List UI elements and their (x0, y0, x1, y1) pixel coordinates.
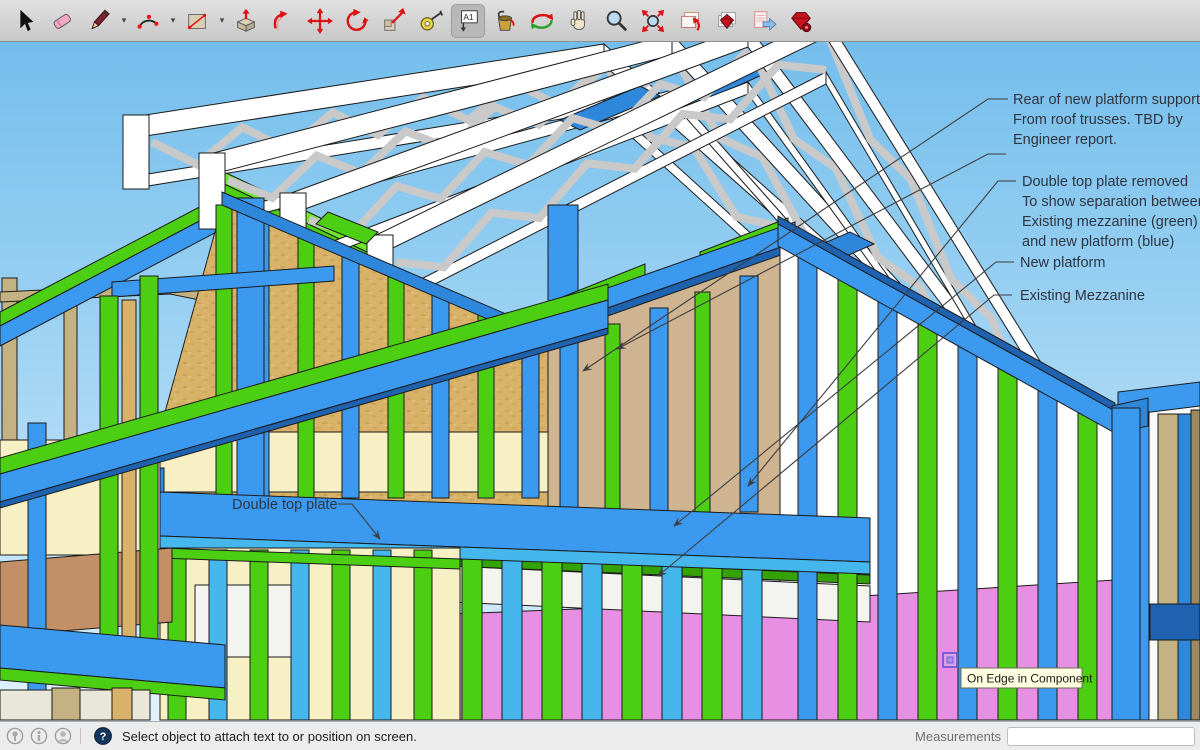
move-icon (307, 8, 333, 34)
zoom-tool-button[interactable] (599, 4, 633, 38)
svg-text:From roof trusses. TBD by: From roof trusses. TBD by (1013, 112, 1183, 128)
text-tool-icon: A1 (455, 8, 481, 34)
export-button[interactable] (747, 4, 781, 38)
paint-bucket-tool-button[interactable] (488, 4, 522, 38)
status-bar: ? Select object to attach text to or pos… (0, 721, 1200, 750)
svg-text:Engineer report.: Engineer report. (1013, 132, 1117, 148)
zoom-extents-icon (640, 8, 666, 34)
text-cursor (943, 653, 957, 667)
move-tool-button[interactable] (303, 4, 337, 38)
line-tool-button[interactable] (82, 4, 116, 38)
svg-text:and new platform (blue): and new platform (blue) (1022, 234, 1174, 250)
model-viewport[interactable]: Rear of new platform supported From roof… (0, 42, 1200, 721)
orbit-tool-button[interactable] (525, 4, 559, 38)
geolocation-icon[interactable] (6, 727, 24, 745)
rotate-icon (344, 8, 370, 34)
paint-bucket-icon (492, 8, 518, 34)
sketchup-window: ▾ ▾ ▾ A1 (0, 0, 1200, 750)
export-icon (751, 8, 777, 34)
svg-text:To show separation between: To show separation between (1022, 194, 1200, 210)
follow-me-tool-button[interactable] (266, 4, 300, 38)
arc-tool-button[interactable] (131, 4, 165, 38)
annotation-double-top-plate[interactable]: Double top plate (232, 497, 338, 513)
annotation-rear-platform[interactable]: Rear of new platform supported (1013, 92, 1200, 108)
rectangle-tool-dropdown[interactable]: ▾ (217, 4, 227, 38)
status-divider (80, 728, 81, 744)
text-tool-button[interactable]: A1 (451, 4, 485, 38)
credits-icon[interactable] (30, 727, 48, 745)
zoom-icon (603, 8, 629, 34)
annotation-existing-mezzanine[interactable]: Existing Mezzanine (1020, 288, 1145, 304)
measurements-input[interactable] (1007, 727, 1195, 746)
select-tool-button[interactable] (8, 4, 42, 38)
component-button[interactable] (710, 4, 744, 38)
previous-view-button[interactable] (673, 4, 707, 38)
user-icon[interactable] (54, 727, 72, 745)
measurements-label: Measurements (915, 729, 1001, 744)
rectangle-icon (184, 8, 210, 34)
select-arrow-icon (12, 8, 38, 34)
scale-tool-button[interactable] (377, 4, 411, 38)
scale-icon (381, 8, 407, 34)
tape-measure-tool-button[interactable] (414, 4, 448, 38)
rectangle-tool-button[interactable] (180, 4, 214, 38)
svg-text:A1: A1 (463, 12, 474, 22)
component-gem-icon (714, 8, 740, 34)
annotation-new-platform[interactable]: New platform (1020, 255, 1105, 271)
toolbar: ▾ ▾ ▾ A1 (0, 0, 1200, 42)
annotation-double-top-plate-removed[interactable]: Double top plate removed (1022, 174, 1188, 190)
follow-me-icon (270, 8, 296, 34)
svg-text:On Edge in Component: On Edge in Component (967, 672, 1093, 686)
eraser-icon (49, 8, 75, 34)
inference-tooltip: On Edge in Component (961, 668, 1093, 688)
svg-text:Existing mezzanine (green): Existing mezzanine (green) (1022, 214, 1198, 230)
tape-measure-icon (418, 8, 444, 34)
ruby-console-icon (788, 8, 814, 34)
push-pull-icon (233, 8, 259, 34)
pencil-icon (86, 8, 112, 34)
previous-view-icon (677, 8, 703, 34)
help-icon[interactable]: ? (94, 727, 112, 745)
pan-tool-button[interactable] (562, 4, 596, 38)
arc-tool-dropdown[interactable]: ▾ (168, 4, 178, 38)
arc-icon (135, 8, 161, 34)
status-message: Select object to attach text to or posit… (122, 729, 417, 744)
svg-text:?: ? (100, 731, 107, 743)
orbit-icon (529, 8, 555, 34)
line-tool-dropdown[interactable]: ▾ (119, 4, 129, 38)
push-pull-tool-button[interactable] (229, 4, 263, 38)
eraser-tool-button[interactable] (45, 4, 79, 38)
zoom-extents-tool-button[interactable] (636, 4, 670, 38)
ruby-console-button[interactable] (784, 4, 818, 38)
pan-hand-icon (566, 8, 592, 34)
rotate-tool-button[interactable] (340, 4, 374, 38)
